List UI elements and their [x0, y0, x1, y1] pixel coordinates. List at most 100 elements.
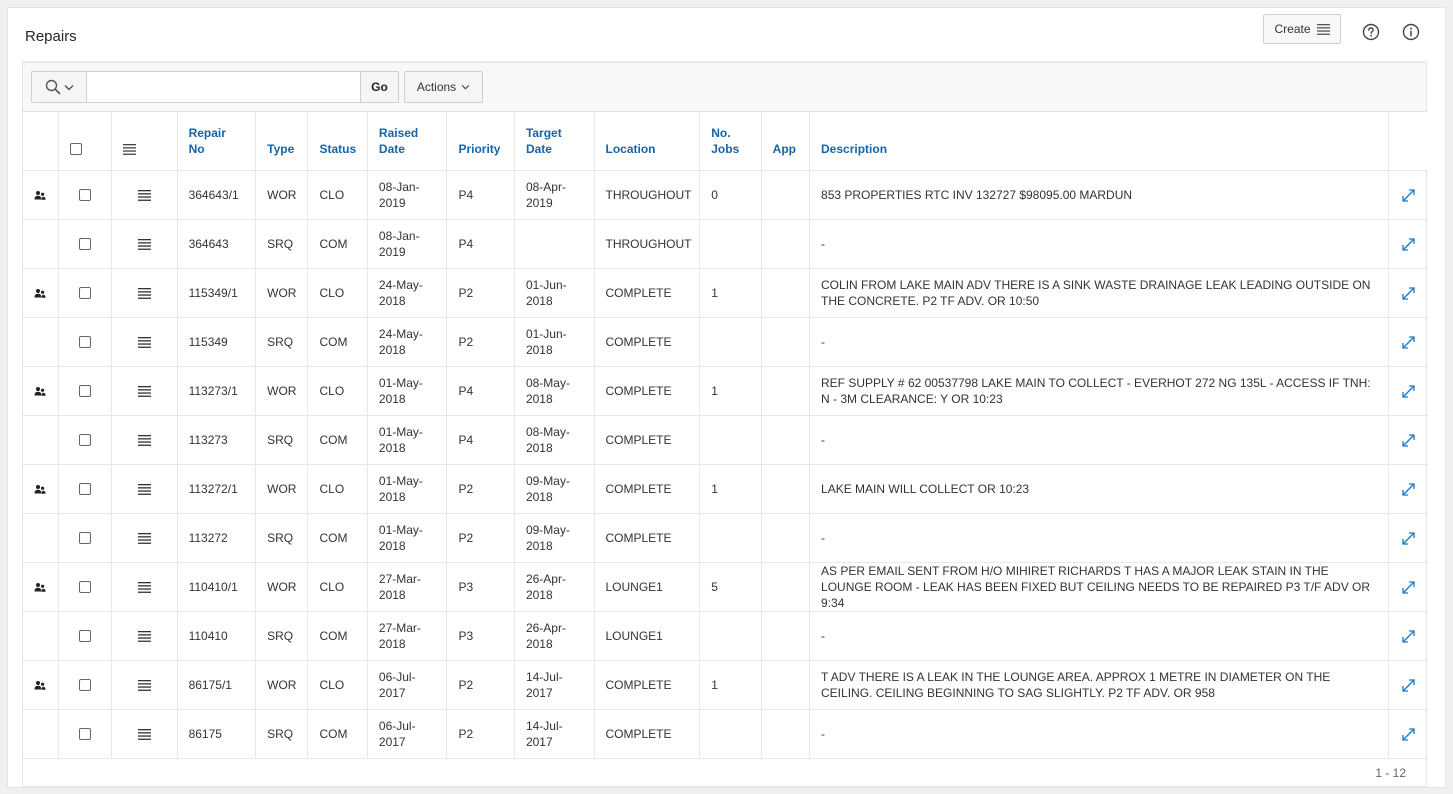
expand-arrow-icon[interactable] [1401, 531, 1416, 546]
header-location[interactable]: Location [594, 112, 701, 171]
hamburger-menu-icon[interactable] [137, 532, 151, 544]
hamburger-menu-icon[interactable] [137, 385, 151, 397]
cell-status: CLO [307, 660, 368, 710]
cell-raised-date: 24-May-2018 [367, 268, 448, 318]
row-open-link[interactable] [1388, 660, 1428, 710]
header-type[interactable]: Type [255, 112, 309, 171]
repairs-region: Repairs Create Go Actions Repair No Type… [7, 7, 1446, 788]
cell-no-jobs [699, 513, 762, 563]
hamburger-menu-icon[interactable] [137, 238, 151, 250]
header-raised-date[interactable]: Raised Date [367, 112, 448, 171]
expand-arrow-icon[interactable] [1401, 433, 1416, 448]
header-priority[interactable]: Priority [446, 112, 515, 171]
row-checkbox[interactable] [78, 679, 91, 692]
hamburger-menu-icon[interactable] [137, 728, 151, 740]
header-app[interactable]: App [761, 112, 811, 171]
row-checkbox[interactable] [78, 728, 91, 741]
search-column-button[interactable] [31, 71, 86, 103]
row-open-link[interactable] [1388, 415, 1428, 465]
hamburger-menu-icon[interactable] [137, 287, 151, 299]
row-checkbox[interactable] [78, 189, 91, 202]
row-open-link[interactable] [1388, 513, 1428, 563]
create-button[interactable]: Create [1263, 14, 1341, 44]
row-open-link[interactable] [1388, 464, 1428, 514]
row-checkbox[interactable] [78, 385, 91, 398]
cell-raised-date: 24-May-2018 [367, 317, 448, 367]
hamburger-menu-icon[interactable] [137, 581, 151, 593]
expand-arrow-icon[interactable] [1401, 335, 1416, 350]
actions-button[interactable]: Actions [404, 71, 483, 103]
cell-location: COMPLETE [594, 268, 701, 318]
search-input[interactable] [86, 71, 361, 103]
cell-status: CLO [307, 464, 368, 514]
header-target-date[interactable]: Target Date [514, 112, 595, 171]
row-open-link[interactable] [1388, 709, 1428, 759]
hamburger-menu-icon[interactable] [137, 679, 151, 691]
row-open-link[interactable] [1388, 268, 1428, 318]
row-checkbox[interactable] [78, 336, 91, 349]
row-menu-cell [111, 611, 178, 661]
cell-description: - [809, 513, 1390, 563]
expand-arrow-icon[interactable] [1401, 678, 1416, 693]
cell-app [761, 170, 811, 220]
expand-arrow-icon[interactable] [1401, 482, 1416, 497]
cell-app [761, 611, 811, 661]
row-open-link[interactable] [1388, 170, 1428, 220]
row-checkbox[interactable] [78, 630, 91, 643]
table-row: 86175/1 WOR CLO 06-Jul-2017 P2 14-Jul-2017 COM… [23, 660, 1428, 710]
table-row: 110410 SRQ COM 27-Mar-2018 P3 26-Apr-2018 LOUN… [23, 611, 1428, 661]
question-circle-icon[interactable] [1362, 23, 1380, 41]
cell-location: LOUNGE1 [594, 611, 701, 661]
expand-arrow-icon[interactable] [1401, 629, 1416, 644]
hamburger-menu-icon[interactable] [137, 336, 151, 348]
cell-type: SRQ [255, 611, 309, 661]
expand-arrow-icon[interactable] [1401, 286, 1416, 301]
row-checkbox[interactable] [78, 532, 91, 545]
cell-no-jobs [699, 709, 762, 759]
cell-type: WOR [255, 464, 309, 514]
hamburger-menu-icon[interactable] [137, 483, 151, 495]
expand-arrow-icon[interactable] [1401, 384, 1416, 399]
cell-repair-no: 364643/1 [177, 170, 257, 220]
expand-arrow-icon[interactable] [1401, 188, 1416, 203]
select-all-checkbox[interactable] [69, 143, 82, 156]
row-icon-cell [23, 611, 59, 661]
cell-target-date: 09-May-2018 [514, 513, 595, 563]
row-open-link[interactable] [1388, 219, 1428, 269]
header-repair-no[interactable]: Repair No [177, 112, 257, 171]
hamburger-menu-icon[interactable] [137, 189, 151, 201]
expand-arrow-icon[interactable] [1401, 727, 1416, 742]
row-icon-cell [23, 170, 59, 220]
expand-arrow-icon[interactable] [1401, 580, 1416, 595]
cell-location: LOUNGE1 [594, 562, 701, 612]
header-status[interactable]: Status [307, 112, 368, 171]
row-open-link[interactable] [1388, 611, 1428, 661]
header-no-jobs[interactable]: No. Jobs [699, 112, 762, 171]
row-checkbox[interactable] [78, 434, 91, 447]
row-checkbox[interactable] [78, 581, 91, 594]
pagination-range: 1 - 12 [1375, 766, 1406, 780]
row-checkbox[interactable] [78, 238, 91, 251]
cell-priority: P2 [446, 464, 515, 514]
row-open-link[interactable] [1388, 317, 1428, 367]
go-button[interactable]: Go [361, 71, 399, 103]
cell-repair-no: 113272 [177, 513, 257, 563]
row-open-link[interactable] [1388, 366, 1428, 416]
row-icon-cell [23, 366, 59, 416]
cell-priority: P3 [446, 611, 515, 661]
cell-target-date: 08-May-2018 [514, 366, 595, 416]
cell-raised-date: 08-Jan-2019 [367, 170, 448, 220]
info-circle-icon[interactable] [1402, 23, 1420, 41]
row-checkbox-cell [58, 219, 113, 269]
cell-app [761, 562, 811, 612]
cell-location: COMPLETE [594, 415, 701, 465]
expand-arrow-icon[interactable] [1401, 237, 1416, 252]
row-checkbox[interactable] [78, 483, 91, 496]
hamburger-menu-icon[interactable] [137, 434, 151, 446]
header-row-icon [23, 112, 59, 171]
header-description[interactable]: Description [809, 112, 1390, 171]
row-checkbox[interactable] [78, 287, 91, 300]
cell-status: COM [307, 219, 368, 269]
row-open-link[interactable] [1388, 562, 1428, 612]
hamburger-menu-icon[interactable] [137, 630, 151, 642]
